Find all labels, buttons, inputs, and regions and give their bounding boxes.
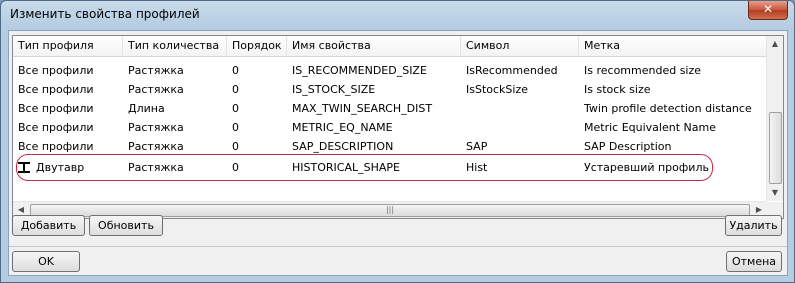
close-button[interactable]: ✕ <box>748 1 788 20</box>
profile-properties-table: Тип профиля Тип количества Порядок Имя с… <box>12 35 784 219</box>
cell-profile-type: Все профили <box>18 64 94 77</box>
window-title: Изменить свойства профилей <box>10 7 200 21</box>
scroll-down-arrow-icon[interactable]: ▼ <box>767 185 783 201</box>
cell-order: 0 <box>232 121 239 134</box>
cell-symbol <box>461 99 579 118</box>
table-row[interactable]: Все профили Растяжка 0 IS_STOCK_SIZE IsS… <box>13 80 767 99</box>
cell-property-name: MAX_TWIN_SEARCH_DIST <box>292 102 433 115</box>
cancel-button[interactable]: Отмена <box>726 251 782 272</box>
table-row[interactable]: Все профили Растяжка 0 METRIC_EQ_NAME Me… <box>13 118 767 137</box>
cell-quantity-type: Растяжка <box>128 83 184 96</box>
cell-property-name: IS_RECOMMENDED_SIZE <box>292 64 427 77</box>
update-button[interactable]: Обновить <box>89 215 163 236</box>
scroll-up-arrow-icon[interactable]: ▲ <box>767 36 783 52</box>
cell-order: 0 <box>232 64 239 77</box>
column-header-property-name[interactable]: Имя свойства <box>287 36 461 56</box>
vertical-scrollbar[interactable]: ▲ ▼ <box>766 36 783 201</box>
cell-quantity-type: Длина <box>128 102 165 115</box>
cell-profile-type: Все профили <box>18 102 94 115</box>
cell-label: Is stock size <box>584 83 651 96</box>
cell-order: 0 <box>232 102 239 115</box>
title-bar[interactable]: Изменить свойства профилей ✕ <box>1 1 794 29</box>
table-row[interactable]: Все профили Растяжка 0 IS_RECOMMENDED_SI… <box>13 61 767 80</box>
table-row[interactable]: Все профили Длина 0 MAX_TWIN_SEARCH_DIST… <box>13 99 767 118</box>
cell-order: 0 <box>232 83 239 96</box>
cell-symbol: IsStockSize <box>466 83 528 96</box>
cell-quantity-type: Растяжка <box>128 64 184 77</box>
dialog-window: Изменить свойства профилей ✕ Тип профиля… <box>0 0 795 283</box>
cell-symbol: IsRecommended <box>466 64 558 77</box>
column-header-symbol[interactable]: Символ <box>461 36 579 56</box>
row-highlight-outline <box>16 154 713 181</box>
delete-button[interactable]: Удалить <box>725 215 782 236</box>
column-header-quantity-type[interactable]: Тип количества <box>123 36 227 56</box>
cell-profile-type: Все профили <box>18 121 94 134</box>
cell-quantity-type: Растяжка <box>128 121 184 134</box>
cell-property-name: IS_STOCK_SIZE <box>292 83 376 96</box>
table-header: Тип профиля Тип количества Порядок Имя с… <box>13 36 767 57</box>
separator <box>9 246 787 247</box>
cell-label: Is recommended size <box>584 64 702 77</box>
cell-label: Metric Equivalent Name <box>584 121 716 134</box>
cell-property-name: METRIC_EQ_NAME <box>292 121 393 134</box>
ok-button[interactable]: OK <box>12 251 80 272</box>
column-header-profile-type[interactable]: Тип профиля <box>13 36 123 56</box>
vertical-scroll-thumb[interactable] <box>769 112 782 184</box>
cell-label: Twin profile detection distance <box>584 102 752 115</box>
cell-symbol <box>461 118 579 137</box>
column-header-order[interactable]: Порядок <box>227 36 287 56</box>
column-header-label[interactable]: Метка <box>579 36 767 56</box>
dialog-client-area: Тип профиля Тип количества Порядок Имя с… <box>8 30 788 276</box>
cell-profile-type: Все профили <box>18 83 94 96</box>
add-button[interactable]: Добавить <box>12 215 85 236</box>
